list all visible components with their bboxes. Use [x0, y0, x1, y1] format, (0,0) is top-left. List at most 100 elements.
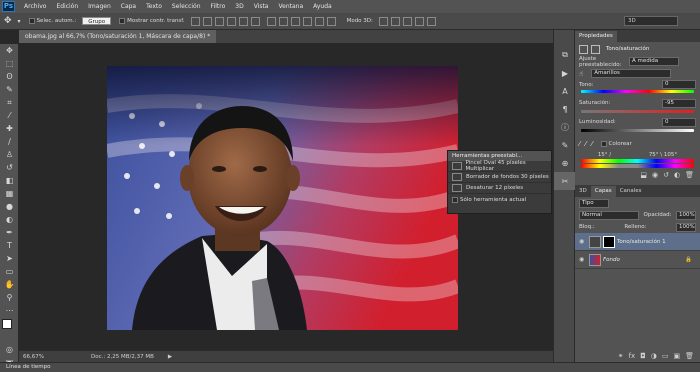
menu-filtro[interactable]: Filtro: [206, 3, 231, 10]
move-tool-icon[interactable]: ✥: [4, 16, 12, 26]
preset-item[interactable]: Desaturar 12 píxeles: [448, 183, 551, 194]
menu-seleccion[interactable]: Selección: [167, 3, 206, 10]
crop-tool-icon[interactable]: ⌗: [0, 96, 19, 109]
menu-3d[interactable]: 3D: [230, 3, 248, 10]
align-center-icon[interactable]: [238, 16, 248, 26]
blend-mode-dropdown[interactable]: Normal: [579, 210, 639, 220]
layer-row-hue-saturation[interactable]: ◉ Tono/saturación 1: [575, 233, 700, 251]
luminosidad-slider[interactable]: [581, 129, 694, 132]
roll-3d-icon[interactable]: [390, 16, 400, 26]
document-image[interactable]: [107, 66, 458, 330]
slide-3d-icon[interactable]: [414, 16, 424, 26]
brush-panel-icon[interactable]: ✎: [554, 136, 576, 154]
timeline-panel[interactable]: Línea de tiempo: [0, 362, 700, 372]
current-tool-only-checkbox[interactable]: [452, 196, 458, 203]
eraser-tool-icon[interactable]: ◧: [0, 174, 19, 187]
mask-thumb[interactable]: [603, 235, 615, 248]
link-icon[interactable]: ⚭: [618, 352, 624, 360]
tono-value[interactable]: 0: [662, 80, 696, 89]
eye-icon[interactable]: ◉: [579, 238, 589, 245]
actions-icon[interactable]: ▶: [554, 64, 576, 82]
healing-brush-tool-icon[interactable]: ✚: [0, 122, 19, 135]
menu-edicion[interactable]: Edición: [51, 3, 83, 10]
current-tool-only-row[interactable]: Sólo herramienta actual: [448, 194, 551, 205]
reset-icon[interactable]: ↺: [663, 171, 669, 179]
path-select-tool-icon[interactable]: ➤: [0, 252, 19, 265]
tab-capas[interactable]: Capas: [590, 186, 616, 197]
distribute-bottom-icon[interactable]: [290, 16, 300, 26]
trash-icon[interactable]: 🗑: [685, 171, 694, 179]
delete-layer-icon[interactable]: 🗑: [685, 352, 694, 360]
eyedropper-icon[interactable]: ⁄: [579, 140, 580, 148]
zoom-tool-icon[interactable]: ⚲: [0, 291, 19, 304]
eyedropper-tool-icon[interactable]: ⁄: [0, 109, 19, 122]
colorear-checkbox[interactable]: [600, 141, 607, 147]
eye-icon[interactable]: ◉: [579, 256, 589, 263]
fx-icon[interactable]: fx: [629, 352, 636, 360]
tab-properties[interactable]: Propiedades: [575, 31, 617, 42]
preset-item[interactable]: Pincel Oval 45 píxeles Multiplicar: [448, 160, 551, 172]
new-adjustment-icon[interactable]: ◑: [651, 352, 657, 360]
pen-tool-icon[interactable]: ✒: [0, 226, 19, 239]
type-tool-icon[interactable]: T: [0, 239, 19, 252]
layer-row-fondo[interactable]: ◉ Fondo 🔒: [575, 251, 700, 269]
auto-select-checkbox[interactable]: [28, 18, 35, 24]
color-swatches[interactable]: [0, 317, 18, 343]
foreground-color-swatch[interactable]: [2, 319, 12, 329]
align-left-icon[interactable]: [226, 16, 236, 26]
clone-stamp-tool-icon[interactable]: ♙: [0, 148, 19, 161]
extra-tool-icon[interactable]: ⋯: [0, 304, 19, 317]
marquee-tool-icon[interactable]: ⬚: [0, 57, 19, 70]
zoom-level[interactable]: 66,67%: [23, 354, 63, 360]
rotate-3d-icon[interactable]: [378, 16, 388, 26]
layer-name[interactable]: Tono/saturación 1: [617, 239, 666, 245]
opacity-field[interactable]: 100%: [675, 210, 696, 220]
clip-icon[interactable]: ⬓: [640, 171, 647, 179]
menu-vista[interactable]: Vista: [249, 3, 274, 10]
shape-tool-icon[interactable]: ▭: [0, 265, 19, 278]
scale-3d-icon[interactable]: [426, 16, 436, 26]
saturacion-value[interactable]: -95: [662, 98, 696, 108]
doc-size[interactable]: Doc.: 2,25 MB/2,37 MB: [91, 354, 154, 360]
luminosidad-value[interactable]: 0: [662, 117, 696, 127]
quick-mask-icon[interactable]: ◎: [0, 343, 19, 356]
eyedropper-minus-icon[interactable]: ⁄: [591, 140, 592, 148]
brush-tool-icon[interactable]: ∕: [0, 135, 19, 148]
history-brush-tool-icon[interactable]: ↺: [0, 161, 19, 174]
workspace-selector[interactable]: 3D: [624, 16, 678, 26]
blur-tool-icon[interactable]: ●: [0, 200, 19, 213]
align-top-icon[interactable]: [190, 16, 200, 26]
range-spectrum-bottom[interactable]: [581, 164, 694, 168]
tab-canales[interactable]: Canales: [616, 186, 646, 197]
lasso-tool-icon[interactable]: ʘ: [0, 70, 19, 83]
distribute-center-icon[interactable]: [314, 16, 324, 26]
align-right-icon[interactable]: [250, 16, 260, 26]
align-middle-icon[interactable]: [202, 16, 212, 26]
paragraph-icon[interactable]: ¶: [554, 100, 576, 118]
distribute-right-icon[interactable]: [326, 16, 336, 26]
auto-select-dropdown[interactable]: Grupo: [82, 17, 112, 25]
align-bottom-icon[interactable]: [214, 16, 224, 26]
hand-tool-icon[interactable]: ✋: [0, 278, 19, 291]
menu-capa[interactable]: Capa: [116, 3, 141, 10]
tono-slider[interactable]: [581, 90, 694, 93]
layer-name[interactable]: Fondo: [603, 257, 620, 263]
hand-target-icon[interactable]: ☝: [579, 70, 583, 78]
tool-presets-icon[interactable]: ✂: [554, 172, 576, 190]
eye-toggle-icon[interactable]: ◉: [652, 171, 658, 179]
new-layer-icon[interactable]: ▣: [673, 352, 680, 360]
preset-item[interactable]: Borrador de fondos 30 píxeles: [448, 172, 551, 183]
document-tab[interactable]: obama.jpg al 66,7% (Tono/saturación 1, M…: [19, 30, 217, 43]
dodge-tool-icon[interactable]: ◐: [0, 213, 19, 226]
preset-dropdown[interactable]: A medida: [629, 57, 679, 66]
layer-filter-dropdown[interactable]: Tipo: [579, 198, 609, 208]
add-mask-icon[interactable]: ◘: [640, 352, 646, 360]
clone-source-icon[interactable]: ⊕: [554, 154, 576, 172]
chevron-down-icon[interactable]: ▾: [18, 18, 21, 25]
channel-dropdown[interactable]: Amarillos: [591, 69, 672, 78]
menu-ventana[interactable]: Ventana: [273, 3, 308, 10]
folder-icon[interactable]: ▭: [662, 352, 669, 360]
distribute-left-icon[interactable]: [302, 16, 312, 26]
menu-imagen[interactable]: Imagen: [83, 3, 116, 10]
drag-3d-icon[interactable]: [402, 16, 412, 26]
